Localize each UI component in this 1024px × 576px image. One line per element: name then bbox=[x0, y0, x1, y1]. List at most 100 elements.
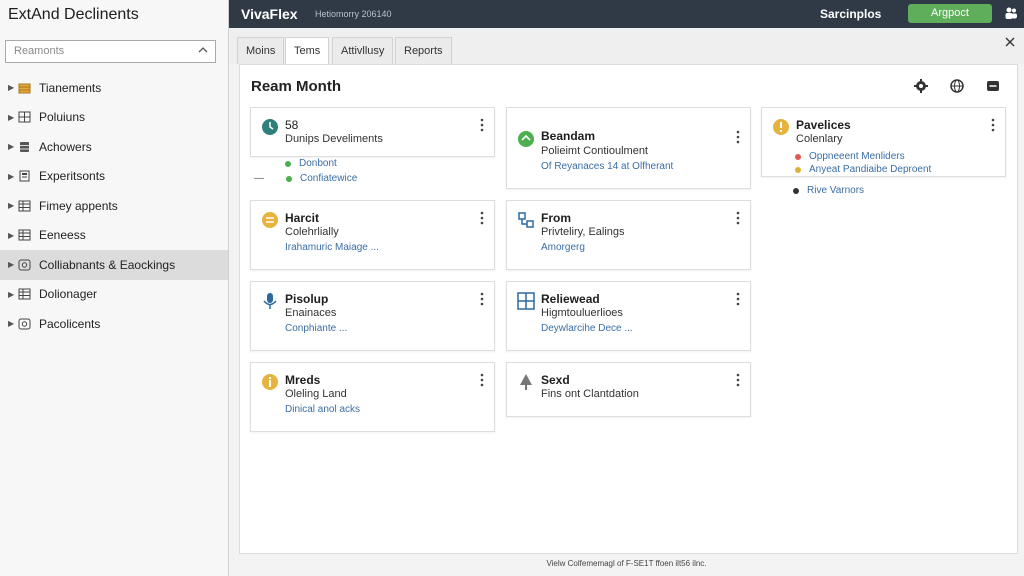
tree-icon bbox=[520, 374, 532, 390]
expand-arrow-icon[interactable]: ▶ bbox=[8, 231, 16, 240]
card-title: 58 bbox=[285, 118, 299, 132]
status-label: Confiatewice bbox=[300, 173, 358, 184]
globe-icon[interactable] bbox=[949, 78, 965, 94]
kebab-menu-icon[interactable] bbox=[480, 211, 484, 225]
main-panel: Ream Month 58 Dunips Develiments Donbont… bbox=[239, 64, 1018, 554]
expand-arrow-icon[interactable]: ▶ bbox=[8, 142, 16, 151]
card-subtitle: Colenlary bbox=[796, 133, 843, 145]
list-item: — Confiatewice bbox=[254, 173, 357, 184]
tab-reports[interactable]: Reports bbox=[395, 37, 452, 64]
sidebar-dropdown[interactable]: Reamonts bbox=[5, 40, 216, 63]
table-icon bbox=[18, 288, 31, 300]
sidebar-item-colliabnants[interactable]: ▶ Colliabnants & Eaockings bbox=[0, 250, 228, 280]
window-icon[interactable] bbox=[985, 78, 1001, 94]
sidebar-item-fimey-appents[interactable]: ▶ Fimey appents bbox=[0, 191, 228, 221]
page-title: Ream Month bbox=[251, 78, 341, 95]
sidebar-item-label: Fimey appents bbox=[39, 198, 118, 213]
kebab-menu-icon[interactable] bbox=[736, 373, 740, 387]
card-link[interactable]: Deywlarcihe Dece ... bbox=[541, 323, 633, 334]
sidebar-item-poluiuns[interactable]: ▶ Poluiuns bbox=[0, 103, 228, 133]
expand-arrow-icon[interactable]: ▶ bbox=[8, 83, 16, 92]
status-label: Oppneeent Menliders bbox=[809, 151, 905, 162]
card-subtitle: Higmtouluerlioes bbox=[541, 307, 623, 319]
sidebar-item-label: Tianements bbox=[39, 80, 102, 95]
status-label: Rive Varnors bbox=[807, 185, 865, 196]
card-title: Harcit bbox=[285, 211, 320, 225]
card-harcit[interactable]: Harcit Colehrlially Irahamuric Maiage ..… bbox=[250, 200, 495, 270]
list-item: Rive Varnors bbox=[793, 185, 864, 196]
expand-arrow-icon[interactable]: ▶ bbox=[8, 260, 16, 269]
chevron-up-icon bbox=[198, 47, 208, 53]
list-item: Oppneeent Menliders bbox=[795, 151, 905, 162]
card-reliewead[interactable]: Reliewead Higmtouluerlioes Deywlarcihe D… bbox=[506, 281, 751, 351]
gear-grid-icon bbox=[18, 259, 31, 271]
tab-attivllusy[interactable]: Attivllusy bbox=[332, 37, 394, 64]
gear-grid-icon bbox=[18, 318, 31, 330]
gear-icon[interactable] bbox=[913, 78, 929, 94]
card-subtitle: Dunips Develiments bbox=[285, 133, 383, 145]
folder-stack-icon bbox=[18, 83, 31, 94]
card-subtitle: Enainaces bbox=[285, 307, 337, 319]
status-dot bbox=[285, 160, 291, 167]
cloud-up-icon bbox=[518, 131, 534, 147]
tab-moins[interactable]: Moins bbox=[237, 37, 285, 64]
card-link[interactable]: Dinical anol acks bbox=[285, 404, 360, 415]
app-brand: VivaFlex bbox=[241, 6, 298, 22]
document-icon bbox=[19, 170, 30, 182]
expand-arrow-icon[interactable]: ▶ bbox=[8, 113, 16, 122]
sidebar-item-label: Poluiuns bbox=[39, 110, 86, 125]
app-subtitle: Hetiomorry 206140 bbox=[315, 9, 392, 19]
warning-icon bbox=[773, 119, 789, 135]
card-sexd[interactable]: Sexd Fins ont Clantdation bbox=[506, 362, 751, 417]
status-label: Anyeat Pandiaibe Deproent bbox=[809, 164, 932, 175]
sidebar-item-label: Eeneess bbox=[39, 228, 86, 243]
card-from[interactable]: From Privteliry, Ealings Amorgerg bbox=[506, 200, 751, 270]
kebab-menu-icon[interactable] bbox=[736, 211, 740, 225]
card-pisolup[interactable]: Pisolup Enainaces Conphiante ... bbox=[250, 281, 495, 351]
sidebar-item-label: Dolionager bbox=[39, 287, 98, 302]
card-title: Reliewead bbox=[541, 292, 600, 306]
clock-icon bbox=[262, 119, 278, 135]
expand-arrow-icon[interactable]: ▶ bbox=[8, 290, 16, 299]
card-title: Mreds bbox=[285, 373, 321, 387]
grid-layout-icon bbox=[517, 292, 535, 310]
expand-arrow-icon[interactable]: ▶ bbox=[8, 172, 16, 181]
table-icon bbox=[18, 200, 31, 212]
card-link[interactable]: Of Reyanaces 14 at Olfherant bbox=[541, 161, 673, 172]
footer-text: Vielw Colfememagl of F-SE1T ffoen ilt56 … bbox=[546, 559, 707, 568]
sidebar-item-experitsonts[interactable]: ▶ Experitsonts bbox=[0, 162, 228, 192]
sidebar-item-pacolicents[interactable]: ▶ Pacolicents bbox=[0, 309, 228, 339]
sidebar-title: ExtAnd Declinents bbox=[8, 6, 139, 23]
kebab-menu-icon[interactable] bbox=[736, 292, 740, 306]
card-title: From bbox=[541, 211, 571, 225]
card-link[interactable]: Irahamuric Maiage ... bbox=[285, 242, 379, 253]
card-subtitle: Fins ont Clantdation bbox=[541, 388, 639, 400]
kebab-menu-icon[interactable] bbox=[736, 130, 740, 144]
sidebar-item-achowers[interactable]: ▶ Achowers bbox=[0, 132, 228, 162]
status-label: Donbont bbox=[299, 158, 337, 169]
list-item: Anyeat Pandiaibe Deproent bbox=[795, 164, 931, 175]
sidebar-item-dolionager[interactable]: ▶ Dolionager bbox=[0, 280, 228, 310]
kebab-menu-icon[interactable] bbox=[991, 118, 995, 132]
sidebar-dropdown-value: Reamonts bbox=[14, 45, 65, 57]
sidebar-item-eeneess[interactable]: ▶ Eeneess bbox=[0, 221, 228, 251]
sidebar-item-tianements[interactable]: ▶ Tianements bbox=[0, 73, 228, 103]
tab-tems[interactable]: Tems bbox=[285, 37, 330, 64]
microphone-icon bbox=[263, 293, 277, 309]
expand-arrow-icon[interactable]: ▶ bbox=[8, 319, 16, 328]
database-icon bbox=[20, 141, 29, 152]
user-group-icon[interactable] bbox=[1004, 6, 1018, 20]
card-link[interactable]: Amorgerg bbox=[541, 242, 585, 253]
card-beandam[interactable]: Beandam Polieimt Contioulment Of Reyanac… bbox=[506, 107, 751, 189]
kebab-menu-icon[interactable] bbox=[480, 373, 484, 387]
card-mreds[interactable]: Mreds Oleling Land Dinical anol acks bbox=[250, 362, 495, 432]
kebab-menu-icon[interactable] bbox=[480, 292, 484, 306]
card-link[interactable]: Conphiante ... bbox=[285, 323, 347, 334]
top-link[interactable]: Sarcinplos bbox=[820, 7, 881, 21]
expand-arrow-icon[interactable]: ▶ bbox=[8, 201, 16, 210]
card-pavelices[interactable]: Pavelices Colenlary Oppneeent Menliders … bbox=[761, 107, 1006, 177]
card-58[interactable]: 58 Dunips Develiments bbox=[250, 107, 495, 157]
approve-button[interactable]: Argpoct bbox=[908, 4, 992, 23]
kebab-menu-icon[interactable] bbox=[480, 118, 484, 132]
close-icon[interactable] bbox=[1003, 35, 1017, 49]
